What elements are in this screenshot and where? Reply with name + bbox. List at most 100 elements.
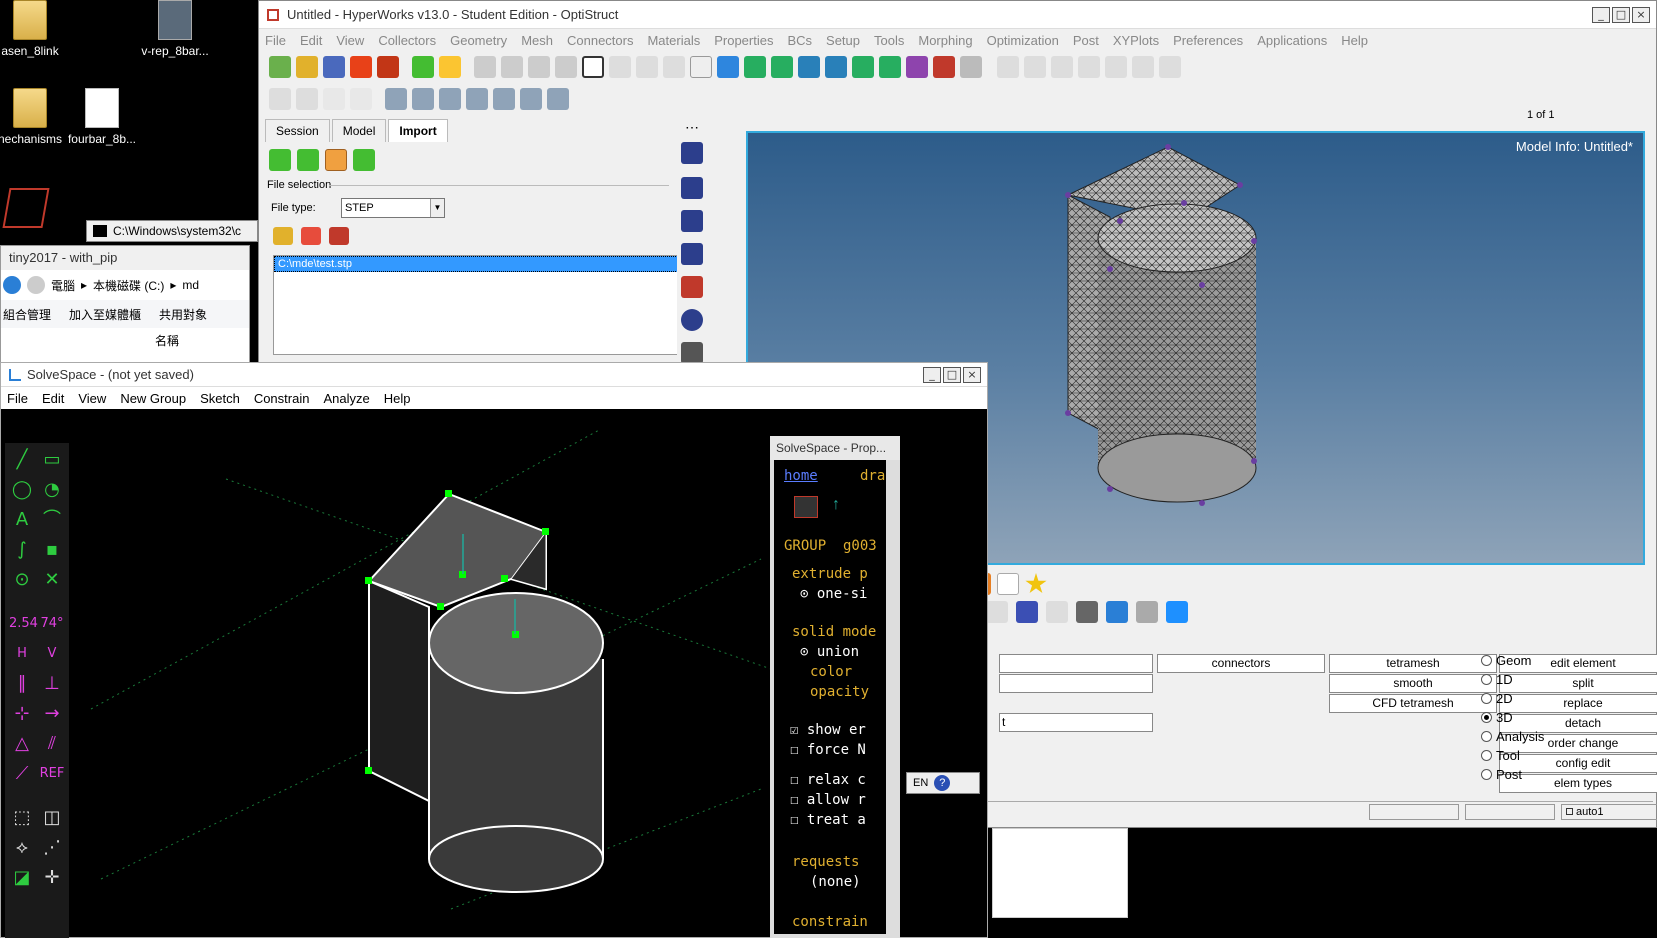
elements-icon[interactable] [1135,601,1158,623]
same-orientation-icon[interactable]: ⫽ [39,731,65,757]
symmetric-icon[interactable]: △ [9,731,35,757]
split-curves-icon[interactable]: ✕ [39,567,65,593]
panel-btn-replace[interactable]: replace [1499,694,1657,713]
pan-v-icon[interactable] [1132,56,1154,78]
menu-help[interactable]: Help [384,391,411,406]
path-segment[interactable]: 本機磁碟 (C:) [93,277,164,294]
user-icon[interactable] [412,56,434,78]
menu-edit[interactable]: Edit [300,33,322,48]
home-link[interactable]: home [784,468,818,484]
point-icon[interactable]: ▪ [39,537,65,563]
menu-bcs[interactable]: BCs [787,33,812,48]
menu-sketch[interactable]: Sketch [200,391,240,406]
draw-link[interactable]: dra [860,468,885,484]
menu-optimization[interactable]: Optimization [987,33,1059,48]
tangent-arc-icon[interactable]: ⌒ [39,507,65,533]
radio-tool[interactable]: Tool [1481,748,1520,763]
tab-import[interactable]: Import [388,119,448,142]
panel-btn-smooth[interactable]: smooth [1329,674,1497,693]
line-style-icon[interactable] [1045,601,1068,623]
menu-materials[interactable]: Materials [647,33,700,48]
name-column-header[interactable]: 名稱 [1,328,249,349]
other-supplementary-icon[interactable]: ⟋ [9,761,35,787]
color-label[interactable]: color [810,664,852,680]
iso-icon[interactable] [906,56,928,78]
display-1-icon[interactable] [385,88,407,110]
panel-btn-blank[interactable] [999,674,1153,693]
mesh-tool-icon[interactable] [681,142,703,164]
maximize-button[interactable]: □ [943,366,961,383]
binoculars-icon[interactable] [681,342,703,364]
view2-icon[interactable] [636,56,658,78]
panel-btn-blank[interactable] [999,654,1153,673]
extrusion-top-face[interactable] [367,492,547,609]
axis-y-icon[interactable] [744,56,766,78]
organize-menu[interactable]: 組合管理 [3,306,51,323]
zoom-icon[interactable] [690,56,712,78]
one-sided-radio[interactable]: ⊙ one-si [800,586,867,602]
solvespace-shortcut-icon[interactable] [2,188,50,228]
mask-icon[interactable] [350,88,372,110]
help-icon[interactable]: ? [934,775,951,791]
construction-icon[interactable]: ⊙ [9,567,35,593]
perpendicular-icon[interactable]: ⊥ [39,671,65,697]
panel-btn-connectors[interactable]: connectors [1157,654,1325,673]
frame-icon[interactable] [582,56,604,78]
zoom-window-icon[interactable] [997,56,1019,78]
copy-icon[interactable] [296,88,318,110]
fit-icon[interactable] [1024,56,1046,78]
paste-icon[interactable] [323,88,345,110]
menu-setup[interactable]: Setup [826,33,860,48]
desktop-icon-vrep[interactable]: v-rep_8bar... [135,0,215,58]
extrusion-side-face[interactable] [368,579,430,803]
rotate-center-icon[interactable] [1051,56,1073,78]
palette-icon[interactable] [439,56,461,78]
tab-session[interactable]: Session [265,119,330,142]
menu-mesh[interactable]: Mesh [521,33,553,48]
menu-morphing[interactable]: Morphing [918,33,972,48]
path-segment[interactable]: 電腦 [51,277,75,294]
mesh-tool2-icon[interactable] [681,177,703,199]
delete-icon[interactable] [555,56,577,78]
radio-3d[interactable]: 3D [1481,710,1513,725]
circle-icon[interactable]: ◯ [9,477,35,503]
extrude-icon[interactable]: ⬚ [9,805,35,831]
menu-view[interactable]: View [336,33,364,48]
panel-btn-partial[interactable]: t [999,713,1153,732]
remove-all-icon[interactable] [329,227,349,245]
force-normal-checkbox[interactable]: ☐ force N [790,742,866,758]
display-5-icon[interactable] [493,88,515,110]
step-rotate-icon[interactable]: ⟡ [9,835,35,861]
normal-icon[interactable]: ↑ [832,496,840,514]
mesh-tool4-icon[interactable] [681,243,703,265]
import-connectors-icon[interactable] [353,149,375,171]
add-to-library-menu[interactable]: 加入至媒體櫃 [69,306,141,323]
close-button[interactable]: × [963,366,981,383]
angle-constraint-icon[interactable]: 74° [39,611,65,637]
pan-hand-icon[interactable] [1078,56,1100,78]
forward-icon[interactable] [27,276,45,294]
view-list-icon[interactable] [960,56,982,78]
import-icon[interactable] [269,56,291,78]
import-solver-icon[interactable] [297,149,319,171]
star-icon[interactable] [1025,573,1047,594]
redo-icon[interactable] [501,56,523,78]
show-edges-checkbox[interactable]: ☑ show er [790,722,866,738]
back-icon[interactable] [3,276,21,294]
desktop-icon-asen[interactable]: asen_8link [0,0,70,58]
axis-x2-icon[interactable] [879,56,901,78]
radio-analysis[interactable]: Analysis [1481,729,1544,744]
axis-x-icon[interactable] [798,56,820,78]
close-button[interactable]: × [1632,6,1650,23]
relax-checkbox[interactable]: ☐ relax c [790,772,866,788]
distance-constraint-icon[interactable]: 2.54 [9,611,38,637]
midpoint-icon[interactable]: → [39,701,65,727]
maximize-button[interactable]: □ [1612,6,1630,23]
view-save-icon[interactable] [933,56,955,78]
ime-bar[interactable]: EN ? [906,772,980,794]
display-7-icon[interactable] [547,88,569,110]
desktop-icon-fourbar[interactable]: fourbar_8b... [62,88,142,146]
ss-canvas[interactable] [1,409,771,938]
remove-file-icon[interactable] [301,227,321,245]
menu-properties[interactable]: Properties [714,33,773,48]
